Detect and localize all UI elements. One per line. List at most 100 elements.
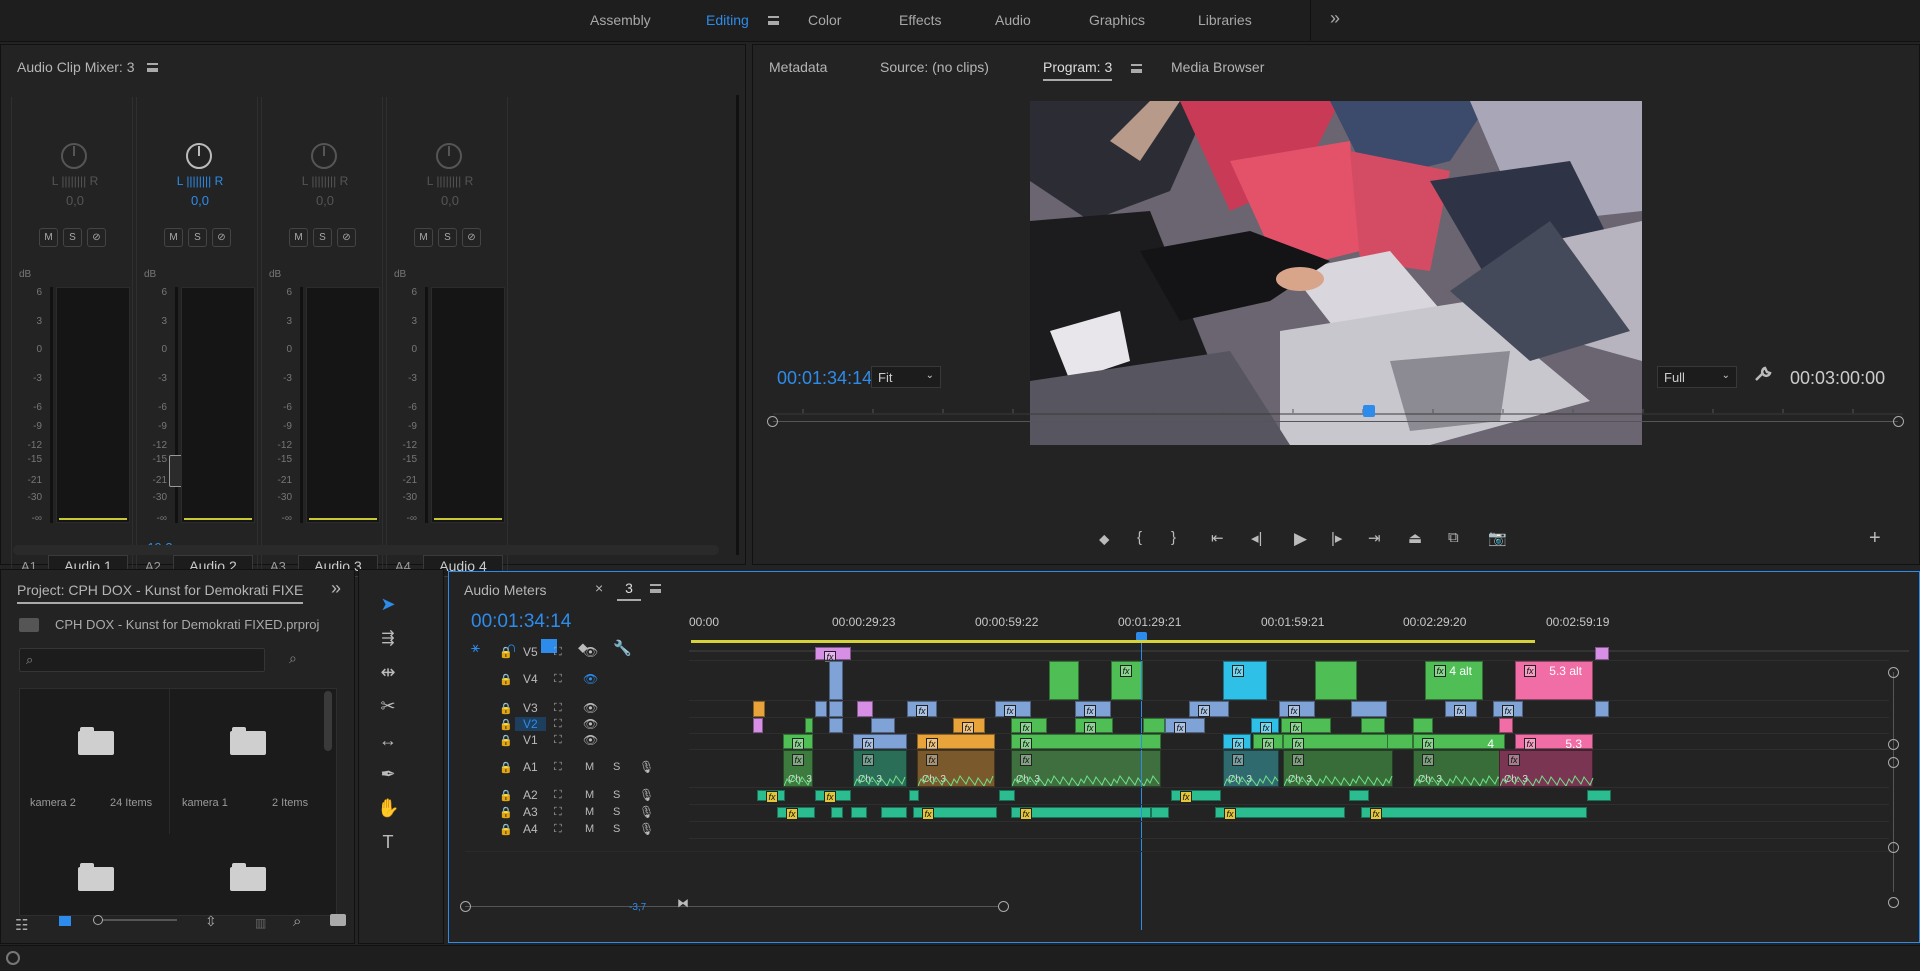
bin-item[interactable]: kamera 2 24 Items: [20, 689, 170, 834]
video-clip[interactable]: fx: [1445, 701, 1477, 717]
audio-clip[interactable]: fx: [777, 807, 815, 820]
collapse-icon[interactable]: ⧓: [677, 896, 689, 910]
solo-track-button[interactable]: S: [613, 761, 620, 773]
project-title[interactable]: Project: CPH DOX - Kunst for Demokrati F…: [17, 582, 303, 604]
video-clip[interactable]: [1315, 661, 1357, 700]
track-label[interactable]: A4: [523, 822, 538, 836]
lock-icon[interactable]: 🔒: [499, 673, 513, 686]
fader-track[interactable]: [425, 287, 428, 523]
microphone-icon[interactable]: 🎙: [639, 805, 654, 819]
fit-dropdown[interactable]: Fit ⌄: [871, 366, 941, 388]
vscroll-handle[interactable]: [1888, 667, 1899, 678]
mute-track-button[interactable]: M: [585, 761, 594, 773]
solo-button[interactable]: S: [438, 228, 457, 247]
video-clip[interactable]: fx: [995, 701, 1031, 717]
video-clip[interactable]: [1351, 701, 1387, 717]
zoom-bar[interactable]: [773, 421, 1898, 422]
video-clip[interactable]: fx: [1011, 718, 1047, 734]
track-label[interactable]: V5: [523, 645, 538, 659]
vscroll-handle[interactable]: [1888, 757, 1899, 768]
zoom-slider[interactable]: [93, 919, 177, 921]
program-scrubber[interactable]: [773, 407, 1903, 417]
more-panels-icon[interactable]: »: [331, 578, 341, 599]
video-clip[interactable]: fx 4: [1413, 734, 1505, 751]
fader-track[interactable]: [175, 287, 178, 523]
audio-clip[interactable]: fx: [913, 807, 997, 820]
play-icon[interactable]: ▶: [1294, 529, 1307, 549]
pan-knob[interactable]: [186, 143, 212, 169]
audio-clip[interactable]: fx Ch. 3: [1011, 750, 1161, 787]
program-playhead[interactable]: [1362, 405, 1375, 417]
quality-dropdown[interactable]: Full ⌄: [1657, 366, 1737, 388]
video-clip[interactable]: [857, 701, 873, 717]
pan-value[interactable]: 0,0: [300, 193, 350, 208]
close-icon[interactable]: ×: [595, 580, 603, 596]
clip-area[interactable]: fx fx fx fx 4 alt fx 5.3 alt fx fx fx fx fx fx fx fx fx…: [745, 572, 1915, 944]
hscroll-handle-right[interactable]: [998, 901, 1009, 912]
timeline-timecode[interactable]: 00:01:34:14: [471, 611, 571, 633]
wrench-icon[interactable]: [1753, 365, 1773, 385]
tab-sequence[interactable]: 3: [617, 580, 641, 601]
sync-lock-icon[interactable]: ⛶: [554, 761, 562, 774]
video-clip[interactable]: [1499, 718, 1513, 733]
mute-button[interactable]: M: [39, 228, 58, 247]
type-tool-icon[interactable]: T: [377, 832, 399, 854]
add-marker-icon[interactable]: ⬥: [1099, 531, 1110, 548]
track-select-tool-icon[interactable]: ⇶: [377, 628, 399, 650]
video-clip[interactable]: [1595, 701, 1609, 717]
pan-value[interactable]: 0,0: [50, 193, 100, 208]
workspace-libraries[interactable]: Libraries: [1198, 12, 1252, 28]
audio-clip[interactable]: fx Ch. 3: [853, 750, 907, 787]
workspace-graphics[interactable]: Graphics: [1089, 12, 1145, 28]
selection-tool-icon[interactable]: ➤: [377, 594, 399, 616]
video-clip[interactable]: [815, 701, 827, 717]
zoom-handle-left[interactable]: [767, 416, 778, 427]
mixer-scrollbar[interactable]: [13, 545, 719, 555]
eye-hidden-icon[interactable]: 👁: [583, 672, 598, 686]
video-clip[interactable]: fx: [1223, 661, 1267, 700]
video-clip[interactable]: fx: [907, 701, 937, 717]
sync-lock-icon[interactable]: ⛶: [554, 734, 562, 747]
timeline-vscroll[interactable]: [1893, 672, 1894, 892]
tab-audio-meters[interactable]: Audio Meters: [464, 582, 546, 598]
tab-program[interactable]: Program: 3: [1043, 59, 1113, 81]
lock-icon[interactable]: 🔒: [499, 823, 513, 836]
export-frame-icon[interactable]: 📷: [1488, 529, 1507, 547]
find-icon[interactable]: ⌕: [289, 650, 297, 667]
bin-scrollbar[interactable]: [324, 691, 332, 751]
audio-clip[interactable]: fx: [1361, 807, 1587, 820]
list-view-icon[interactable]: ☷: [15, 916, 28, 934]
video-clip[interactable]: fx: [1283, 734, 1393, 750]
video-clip[interactable]: fx: [1189, 701, 1229, 717]
solo-button[interactable]: S: [63, 228, 82, 247]
bin-item[interactable]: kamera 1 2 Items: [172, 689, 322, 834]
video-clip[interactable]: [829, 701, 843, 717]
video-clip[interactable]: fx 5.3 alt: [1515, 661, 1593, 700]
lock-icon[interactable]: 🔒: [499, 806, 513, 819]
microphone-icon[interactable]: 🎙: [639, 760, 654, 774]
audio-clip[interactable]: [999, 790, 1015, 801]
lift-icon[interactable]: ⏏: [1408, 529, 1422, 547]
workspace-effects[interactable]: Effects: [899, 12, 942, 28]
track-label[interactable]: A3: [523, 805, 538, 819]
audio-clip[interactable]: fx Ch. 3: [1223, 750, 1279, 787]
track-label[interactable]: V2: [515, 717, 546, 731]
video-clip[interactable]: fx 4 alt: [1425, 661, 1483, 700]
project-search-input[interactable]: ⌕: [19, 648, 265, 672]
timeline-hscroll[interactable]: [465, 906, 999, 907]
audio-clip[interactable]: [909, 790, 919, 801]
audio-clip[interactable]: [1151, 807, 1169, 818]
audio-clip[interactable]: [881, 807, 907, 818]
sync-lock-icon[interactable]: ⛶: [554, 823, 562, 836]
video-clip[interactable]: [1595, 647, 1609, 660]
pan-knob[interactable]: [311, 143, 337, 169]
track-label[interactable]: V3: [523, 701, 538, 715]
video-clip[interactable]: fx: [1493, 701, 1523, 717]
sequence-menu-icon[interactable]: [650, 584, 661, 593]
workspace-menu-icon[interactable]: [768, 16, 779, 25]
video-clip[interactable]: [829, 718, 843, 733]
pan-knob[interactable]: [436, 143, 462, 169]
video-clip[interactable]: fx: [783, 734, 813, 750]
lock-icon[interactable]: 🔒: [499, 789, 513, 802]
tab-metadata[interactable]: Metadata: [769, 59, 827, 75]
